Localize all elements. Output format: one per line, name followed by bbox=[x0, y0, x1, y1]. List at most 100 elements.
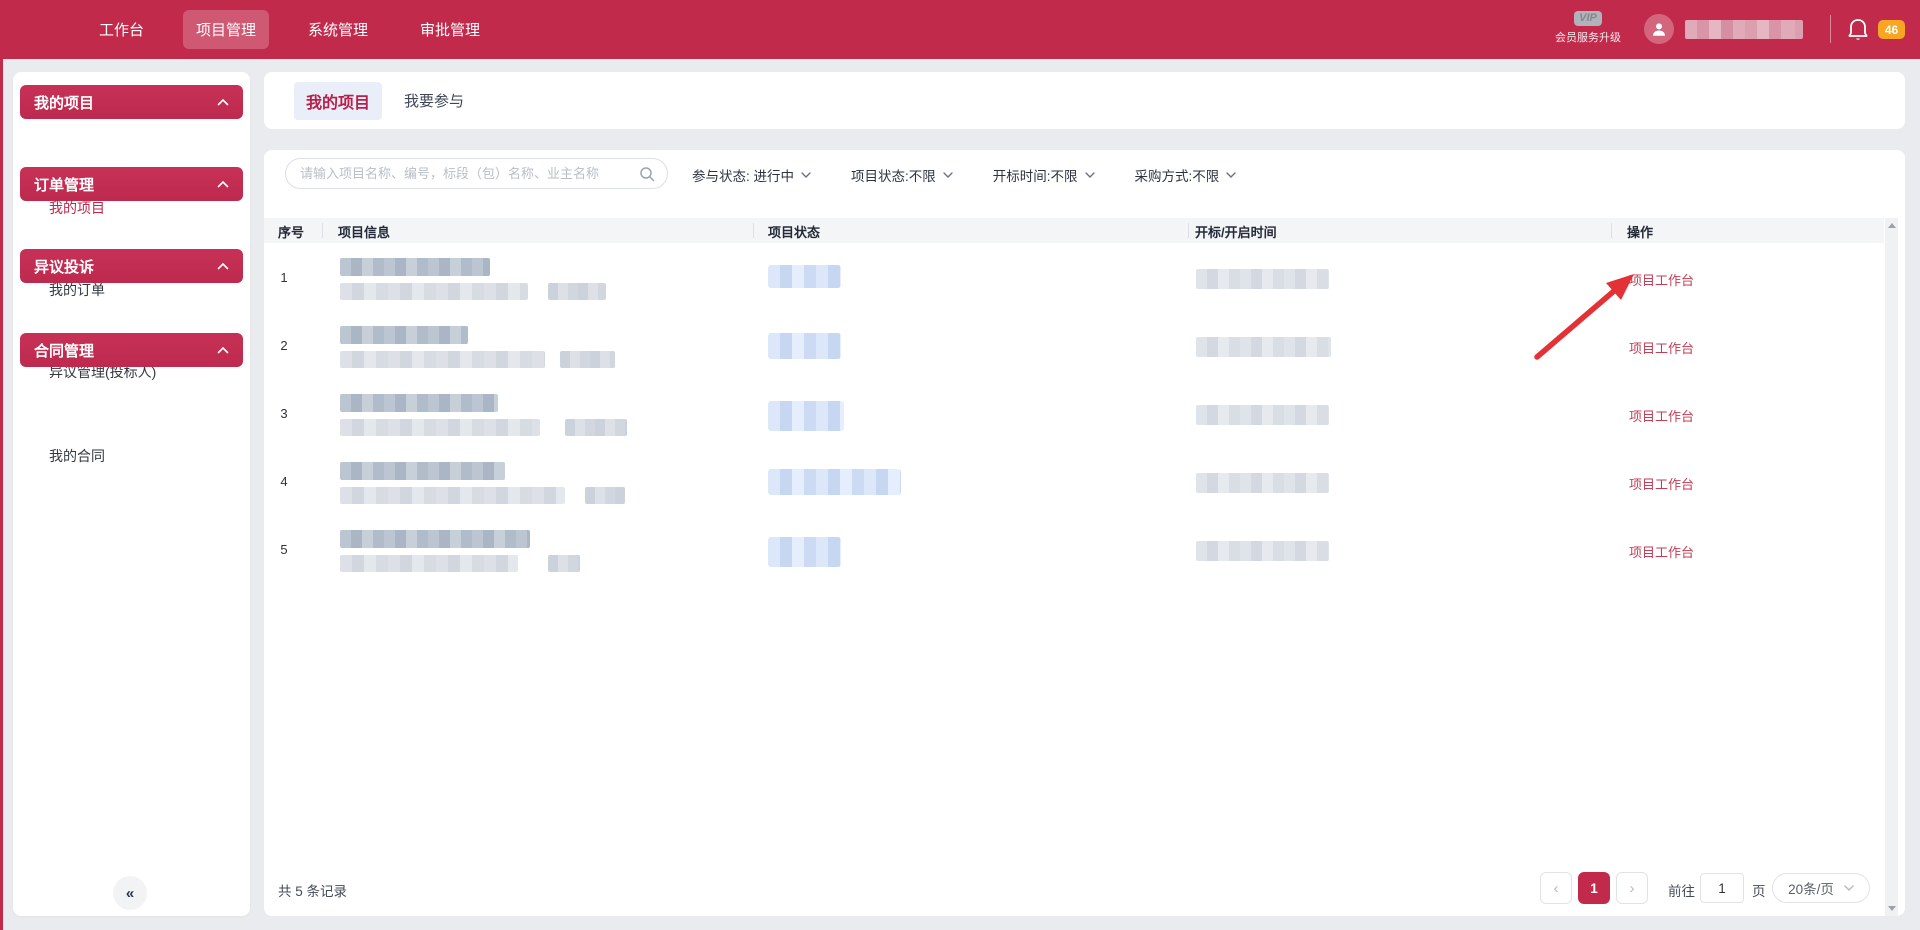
chevron-down-icon bbox=[943, 172, 953, 178]
nav-item-approval-management[interactable]: 审批管理 bbox=[407, 10, 493, 49]
project-workbench-link[interactable]: 项目工作台 bbox=[1629, 474, 1694, 493]
search-input[interactable] bbox=[300, 166, 639, 181]
filter-label: 项目状态:不限 bbox=[851, 165, 936, 185]
column-header-action: 操作 bbox=[1627, 222, 1653, 241]
sidebar-section-objection-complaint[interactable]: 异议投诉 bbox=[20, 249, 243, 283]
project-detail-redacted bbox=[340, 419, 540, 436]
scroll-up-icon[interactable] bbox=[1888, 223, 1896, 228]
filter-participation-status[interactable]: 参与状态: 进行中 bbox=[692, 165, 811, 185]
user-avatar[interactable] bbox=[1644, 14, 1674, 44]
filter-bid-opening-time[interactable]: 开标时间:不限 bbox=[993, 165, 1095, 185]
vip-upgrade[interactable]: VIP 会员服务升级 bbox=[1548, 8, 1628, 45]
open-time-redacted bbox=[1196, 269, 1329, 289]
sidebar-item-my-contracts[interactable]: 我的合同 bbox=[49, 446, 105, 466]
row-index: 5 bbox=[269, 542, 299, 557]
nav-item-project-management[interactable]: 项目管理 bbox=[183, 10, 269, 49]
column-header-time: 开标/开启时间 bbox=[1195, 222, 1277, 241]
nav-item-system-management[interactable]: 系统管理 bbox=[295, 10, 381, 49]
chevron-down-icon bbox=[1844, 885, 1854, 891]
open-time-redacted bbox=[1196, 473, 1329, 493]
project-workbench-link[interactable]: 项目工作台 bbox=[1629, 542, 1694, 561]
project-detail-redacted bbox=[340, 555, 518, 572]
section-title: 我的项目 bbox=[34, 92, 94, 113]
project-title-redacted bbox=[340, 258, 490, 276]
table-row: 5 项目工作台 bbox=[264, 517, 1884, 585]
tab-my-projects[interactable]: 我的项目 bbox=[294, 82, 382, 120]
column-header-index: 序号 bbox=[278, 222, 304, 241]
sidebar-item-my-orders[interactable]: 我的订单 bbox=[49, 280, 105, 300]
open-time-redacted bbox=[1196, 337, 1331, 357]
sidebar-collapse-button[interactable]: « bbox=[113, 876, 147, 910]
page-size-value: 20条/页 bbox=[1788, 878, 1834, 898]
table-row: 2 项目工作台 bbox=[264, 313, 1884, 381]
table-header: 序号 项目信息 项目状态 开标/开启时间 操作 bbox=[264, 218, 1884, 243]
column-divider bbox=[753, 223, 754, 238]
goto-page-input[interactable] bbox=[1700, 873, 1744, 903]
filter-project-status[interactable]: 项目状态:不限 bbox=[851, 165, 953, 185]
search-icon[interactable] bbox=[639, 166, 655, 182]
chevron-up-icon bbox=[217, 98, 229, 106]
status-badge-redacted bbox=[768, 265, 841, 288]
project-detail2-redacted bbox=[560, 351, 615, 368]
page-size-select[interactable]: 20条/页 bbox=[1772, 873, 1870, 903]
page-unit-label: 页 bbox=[1752, 880, 1766, 900]
chevron-down-icon bbox=[1226, 172, 1236, 178]
chevron-up-icon bbox=[217, 262, 229, 270]
double-chevron-left-icon: « bbox=[126, 885, 134, 902]
column-header-status: 项目状态 bbox=[768, 222, 820, 241]
status-badge-redacted bbox=[768, 333, 841, 359]
page-1-button[interactable]: 1 bbox=[1578, 872, 1610, 904]
sidebar-section-contract-management[interactable]: 合同管理 bbox=[20, 333, 243, 367]
row-index: 3 bbox=[269, 406, 299, 421]
table-row: 4 项目工作台 bbox=[264, 449, 1884, 517]
nav-item-workbench[interactable]: 工作台 bbox=[86, 10, 157, 49]
project-detail-redacted bbox=[340, 351, 545, 368]
status-badge-redacted bbox=[768, 469, 901, 495]
section-title: 合同管理 bbox=[34, 340, 94, 361]
table-scrollbar[interactable] bbox=[1885, 218, 1898, 916]
section-title: 异议投诉 bbox=[34, 256, 94, 277]
filter-label: 开标时间:不限 bbox=[993, 165, 1078, 185]
project-detail2-redacted bbox=[548, 283, 606, 300]
project-title-redacted bbox=[340, 462, 505, 480]
search-box bbox=[285, 158, 668, 189]
open-time-redacted bbox=[1196, 405, 1329, 425]
project-workbench-link[interactable]: 项目工作台 bbox=[1629, 270, 1694, 289]
tab-want-to-participate[interactable]: 我要参与 bbox=[404, 90, 464, 111]
prev-page-button[interactable]: ‹ bbox=[1540, 872, 1572, 904]
tabs-panel: 我的项目 我要参与 bbox=[264, 72, 1905, 129]
goto-label: 前往 bbox=[1668, 880, 1695, 900]
status-badge-redacted bbox=[768, 537, 841, 567]
notification-count-badge[interactable]: 46 bbox=[1878, 20, 1905, 39]
username-redacted[interactable] bbox=[1685, 20, 1803, 39]
sidebar-item-my-projects[interactable]: 我的项目 bbox=[49, 198, 105, 218]
project-detail-redacted bbox=[340, 487, 565, 504]
sidebar: 我的项目 我的项目 订单管理 我的订单 异议投诉 异议管理(投标人) 合同管理 … bbox=[13, 72, 250, 916]
project-detail2-redacted bbox=[565, 419, 627, 436]
person-icon bbox=[1650, 20, 1668, 38]
status-badge-redacted bbox=[768, 401, 844, 431]
column-divider bbox=[1611, 223, 1612, 238]
row-index: 2 bbox=[269, 338, 299, 353]
project-workbench-link[interactable]: 项目工作台 bbox=[1629, 406, 1694, 425]
project-workbench-link[interactable]: 项目工作台 bbox=[1629, 338, 1694, 357]
chevron-up-icon bbox=[217, 346, 229, 354]
project-title-redacted bbox=[340, 394, 498, 412]
section-title: 订单管理 bbox=[34, 174, 94, 195]
scroll-down-icon[interactable] bbox=[1888, 906, 1896, 911]
row-index: 1 bbox=[269, 270, 299, 285]
filter-procurement-method[interactable]: 采购方式:不限 bbox=[1135, 165, 1237, 185]
sidebar-section-my-projects[interactable]: 我的项目 bbox=[20, 85, 243, 119]
project-title-redacted bbox=[340, 326, 468, 344]
row-index: 4 bbox=[269, 474, 299, 489]
chevron-up-icon bbox=[217, 180, 229, 188]
column-divider bbox=[1188, 223, 1189, 238]
project-detail2-redacted bbox=[585, 487, 625, 504]
notification-bell-icon[interactable] bbox=[1846, 17, 1870, 43]
sidebar-section-order-management[interactable]: 订单管理 bbox=[20, 167, 243, 201]
table-row: 3 项目工作台 bbox=[264, 381, 1884, 449]
filter-bar: 参与状态: 进行中 项目状态:不限 开标时间:不限 采购方式:不限 bbox=[692, 165, 1236, 185]
vip-caption: 会员服务升级 bbox=[1548, 29, 1628, 45]
filter-label: 采购方式:不限 bbox=[1135, 165, 1220, 185]
next-page-button[interactable]: › bbox=[1616, 872, 1648, 904]
